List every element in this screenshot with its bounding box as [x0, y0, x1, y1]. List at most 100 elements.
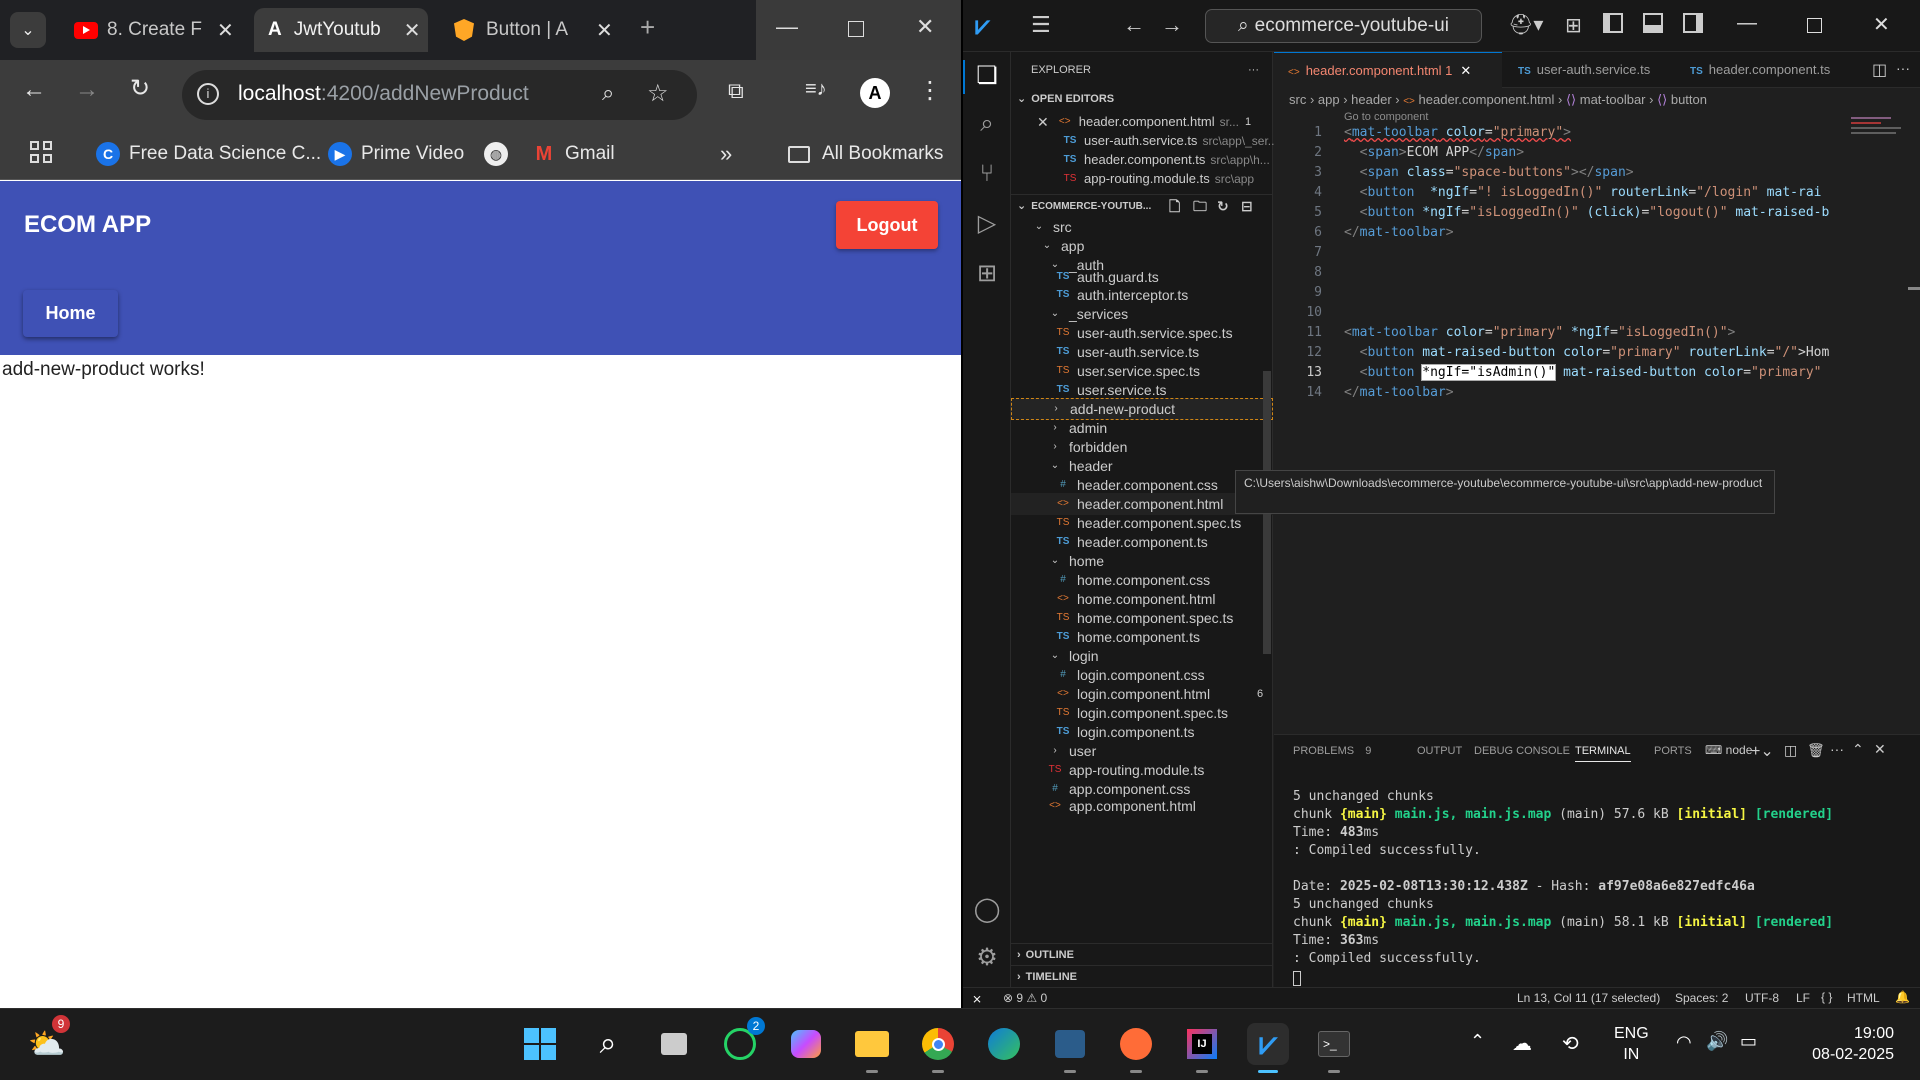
accounts-icon[interactable]: ◯ — [973, 896, 1001, 924]
timeline-header[interactable]: › TIMELINE — [1011, 965, 1273, 987]
breadcrumb-item[interactable]: app — [1318, 92, 1340, 107]
clock[interactable]: 19:00 08-02-2025 — [1790, 1023, 1894, 1065]
nav-back-icon[interactable]: ← — [1123, 12, 1145, 38]
settings-gear-icon[interactable]: ⚙ — [973, 944, 1001, 972]
split-terminal-icon[interactable]: ◫ — [1784, 742, 1797, 759]
remote-indicator-icon[interactable]: ⨯ — [963, 988, 991, 1008]
onedrive-icon[interactable]: ☁ — [1512, 1031, 1532, 1056]
start-button[interactable] — [519, 1023, 561, 1065]
more-actions-icon[interactable]: ··· — [1896, 60, 1910, 76]
breadcrumb-item[interactable]: button — [1671, 92, 1707, 107]
panel-tab-ports[interactable]: PORTS — [1654, 745, 1692, 757]
close-tab-icon[interactable]: ✕ — [217, 18, 234, 43]
layout-customize-icon[interactable]: ⊞ — [1565, 13, 1582, 38]
codelens-hint[interactable]: Go to component — [1344, 111, 1428, 123]
panel-tab-debug-console[interactable]: DEBUG CONSOLE — [1474, 745, 1570, 757]
toggle-secondary-sidebar-icon[interactable] — [1683, 13, 1703, 33]
outline-header[interactable]: › OUTLINE — [1011, 943, 1273, 965]
new-folder-icon[interactable]: 🗀 — [1193, 195, 1207, 217]
close-panel-icon[interactable]: ✕ — [1874, 741, 1886, 758]
editor-tab-user-auth[interactable]: TS user-auth.service.ts — [1504, 52, 1674, 88]
nav-forward-icon[interactable]: → — [1161, 12, 1183, 38]
new-tab-button[interactable]: + — [640, 12, 655, 43]
copilot-app[interactable] — [785, 1023, 827, 1065]
browser-tab-2[interactable]: A JwtYoutub ✕ — [254, 8, 428, 52]
editor-tab-header-html[interactable]: <> header.component.html 1 ✕ — [1274, 52, 1502, 88]
task-view-button[interactable] — [653, 1023, 695, 1065]
command-center[interactable]: ⌕ ecommerce-youtube-ui — [1205, 9, 1482, 43]
search-icon[interactable]: ⌕ — [973, 110, 1001, 138]
panel-tab-output[interactable]: OUTPUT — [1417, 745, 1462, 757]
explorer-icon[interactable]: ❏ — [973, 62, 1001, 90]
editor-scrollbar[interactable] — [1908, 287, 1920, 290]
code-line[interactable]: <mat-toolbar color="primary" *ngIf="isLo… — [1344, 325, 1735, 340]
edge-app[interactable] — [983, 1023, 1025, 1065]
address-bar[interactable]: i localhost:4200/addNewProduct ⌕ ☆ — [182, 70, 697, 120]
minimize-button[interactable]: — — [1737, 12, 1757, 35]
eol-status[interactable]: LF — [1796, 991, 1810, 1005]
show-hidden-icons[interactable]: ⌃ — [1470, 1031, 1485, 1052]
trash-icon[interactable]: 🗑 — [1807, 742, 1825, 759]
language-status[interactable]: HTML — [1847, 991, 1880, 1005]
problems-status[interactable]: ⊗ 9 ⚠ 0 — [1003, 991, 1047, 1005]
language-indicator[interactable]: ENG IN — [1614, 1023, 1649, 1065]
bookmark-gmail[interactable]: M Gmail — [532, 138, 615, 170]
open-editors-header[interactable]: ⌄ OPEN EDITORS — [1011, 88, 1273, 110]
back-icon[interactable]: ← — [22, 76, 46, 104]
open-editor-item[interactable]: TS app-routing.module.ts src\app — [1062, 168, 1255, 190]
menu-icon[interactable]: ⋮ — [918, 76, 942, 105]
chrome-app[interactable] — [917, 1023, 959, 1073]
toggle-panel-icon[interactable] — [1643, 13, 1663, 33]
breadcrumb-item[interactable]: header — [1351, 92, 1391, 107]
minimize-button[interactable]: — — [776, 14, 798, 40]
code-line[interactable]: <mat-toolbar color="primary"> — [1344, 125, 1571, 140]
toggle-sidebar-icon[interactable] — [1603, 13, 1623, 33]
sync-icon[interactable]: ⟲ — [1562, 1031, 1579, 1056]
maximize-button[interactable] — [848, 21, 864, 37]
code-line[interactable]: <span class="space-buttons"></span> — [1344, 165, 1634, 180]
code-line[interactable]: <button *ngIf="isLoggedIn()" (click)="lo… — [1344, 205, 1830, 220]
code-line[interactable]: <button mat-raised-button color="primary… — [1344, 345, 1830, 360]
bookmarks-overflow[interactable]: » — [720, 138, 732, 170]
code-line[interactable]: </mat-toolbar> — [1344, 225, 1454, 240]
close-window-button[interactable]: ✕ — [916, 14, 934, 40]
extensions-icon[interactable]: ⊞ — [973, 260, 1001, 288]
terminal-selector[interactable]: ⌨ node — [1705, 743, 1752, 757]
close-window-button[interactable]: ✕ — [1873, 12, 1890, 37]
wifi-icon[interactable]: ◠ — [1676, 1032, 1692, 1053]
encoding-status[interactable]: UTF-8 — [1745, 991, 1779, 1005]
code-line[interactable]: <span>ECOM APP</span> — [1344, 145, 1524, 160]
reload-icon[interactable]: ↻ — [130, 74, 150, 103]
refresh-icon[interactable]: ↻ — [1217, 195, 1229, 217]
code-line[interactable]: </mat-toolbar> — [1344, 385, 1454, 400]
breadcrumb-item[interactable]: src — [1289, 92, 1306, 107]
bookmark-star-icon[interactable]: ☆ — [647, 79, 669, 108]
bookmark-prime-video[interactable]: ▶ Prime Video — [328, 138, 464, 170]
code-line-current[interactable]: <button *ngIf="isAdmin()" mat-raised-but… — [1344, 364, 1821, 381]
code-line[interactable]: <button *ngIf="! isLoggedIn()" routerLin… — [1344, 185, 1822, 200]
run-debug-icon[interactable]: ▷ — [973, 210, 1001, 238]
breadcrumb-item[interactable]: header.component.html — [1419, 92, 1555, 107]
forward-icon[interactable]: → — [75, 76, 99, 104]
whatsapp-app[interactable]: 2 — [719, 1017, 765, 1065]
media-control-icon[interactable]: ≡♪ — [805, 78, 827, 101]
file-explorer-app[interactable] — [851, 1023, 893, 1073]
site-info-icon[interactable]: i — [197, 83, 219, 105]
split-editor-icon[interactable]: ◫ — [1872, 60, 1887, 80]
notifications-bell-icon[interactable]: 🔔 — [1895, 990, 1910, 1004]
extensions-icon[interactable]: ⧉ — [728, 78, 744, 104]
editor-tab-header-ts[interactable]: TS header.component.ts — [1676, 52, 1846, 88]
close-tab-icon[interactable]: ✕ — [596, 18, 613, 43]
remote-app[interactable] — [1049, 1023, 1091, 1073]
new-file-icon[interactable]: 🗋 — [1169, 195, 1180, 217]
zoom-icon[interactable]: ⌕ — [602, 80, 614, 106]
maximize-panel-icon[interactable]: ⌃ — [1852, 741, 1864, 758]
tab-search-button[interactable]: ⌄ — [10, 12, 46, 48]
close-icon[interactable]: ✕ — [1460, 63, 1471, 78]
volume-icon[interactable]: 🔊 — [1706, 1031, 1728, 1052]
bookmark-globe[interactable]: ◍ — [484, 138, 517, 170]
minimap[interactable] — [1851, 114, 1911, 154]
collapse-all-icon[interactable]: ⊟ — [1241, 195, 1253, 217]
source-control-icon[interactable]: ⑂ — [973, 160, 1001, 188]
brace-icon[interactable]: { } — [1821, 990, 1832, 1004]
